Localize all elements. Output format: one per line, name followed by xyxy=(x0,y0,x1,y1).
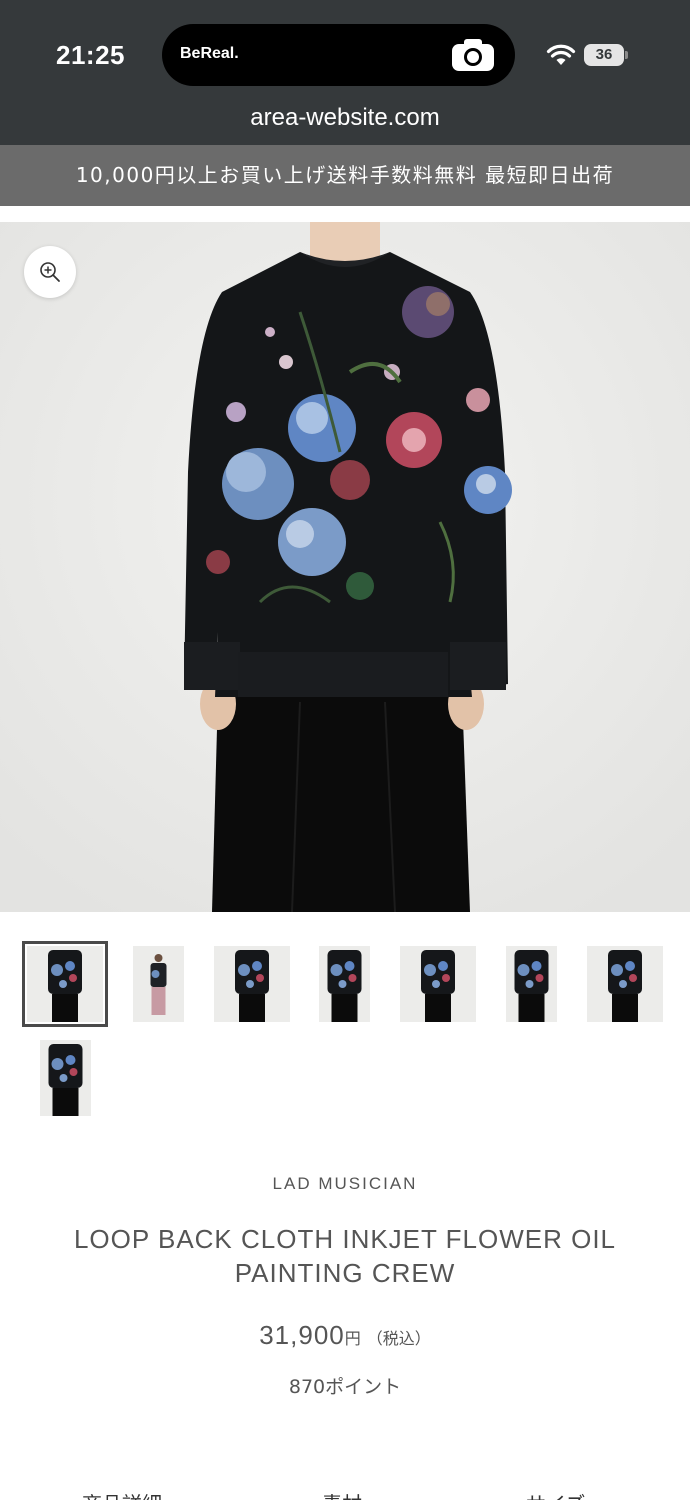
battery-icon: 36 xyxy=(584,44,628,66)
zoom-button[interactable] xyxy=(24,246,76,298)
tax-note: （税込） xyxy=(366,1329,431,1348)
main-product-image[interactable] xyxy=(0,222,690,912)
thumbnail-2[interactable] xyxy=(133,946,184,1022)
thumbnail-5[interactable] xyxy=(400,946,476,1022)
price-currency: 円 xyxy=(344,1331,361,1348)
island-app-label: BeReal. xyxy=(180,45,239,62)
thumbnail-3[interactable] xyxy=(214,946,290,1022)
thumbnail-8[interactable] xyxy=(40,1040,91,1116)
status-bar: 21:25 BeReal. 36 area-website.com xyxy=(0,0,690,145)
thumbnail-4[interactable] xyxy=(319,946,370,1022)
clock: 21:25 xyxy=(56,40,125,70)
tab-material[interactable]: 素材 xyxy=(322,1488,362,1500)
price-value: 31,900 xyxy=(259,1320,345,1350)
zoom-in-icon xyxy=(40,262,60,282)
brand-name[interactable]: LAD MUSICIAN xyxy=(0,1174,690,1194)
tab-size[interactable]: サイズ xyxy=(526,1488,585,1500)
product-title: LOOP BACK CLOTH INKJET FLOWER OIL PAINTI… xyxy=(73,1224,617,1288)
thumbnail-1[interactable] xyxy=(22,941,108,1027)
camera-icon xyxy=(452,39,494,71)
wifi-icon xyxy=(546,44,576,65)
price-row: 31,900円 （税込） xyxy=(0,1320,690,1351)
thumbnail-7[interactable] xyxy=(587,946,663,1022)
thumbnail-6[interactable] xyxy=(506,946,557,1022)
battery-level: 36 xyxy=(595,46,613,63)
shipping-banner: 10,000円以上お買い上げ送料手数料無料 最短即日出荷 xyxy=(0,145,690,206)
address-bar-url[interactable]: area-website.com xyxy=(0,104,690,132)
dynamic-island[interactable]: BeReal. xyxy=(162,24,515,86)
tab-details[interactable]: 商品詳細 xyxy=(82,1488,162,1500)
points-earned: 870ポイント xyxy=(288,1376,402,1398)
